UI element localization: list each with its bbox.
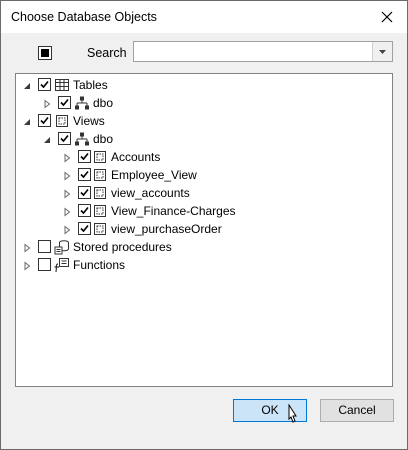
tree-node-label: Tables: [73, 78, 108, 92]
select-all-toggle-icon[interactable]: [37, 45, 53, 61]
view-icon: [92, 221, 108, 237]
database-objects-tree[interactable]: Tables dbo Views dbo Accounts Employee_V…: [15, 73, 393, 387]
view-item-checkbox[interactable]: [78, 222, 91, 235]
tree-node-stored-procedures[interactable]: Stored procedures: [16, 238, 392, 256]
search-toolbar: Search: [1, 33, 407, 73]
view-item-checkbox[interactable]: [78, 150, 91, 163]
schema-hierarchy-icon: [74, 95, 90, 111]
view-icon: [92, 149, 108, 165]
tree-node-tables-dbo[interactable]: dbo: [16, 94, 392, 112]
function-icon: [54, 257, 70, 273]
expanded-arrow-icon[interactable]: [42, 134, 52, 144]
collapsed-arrow-icon[interactable]: [62, 206, 72, 217]
tree-node-label: view_accounts: [111, 186, 190, 200]
tree-node-label: Functions: [73, 258, 126, 272]
search-input[interactable]: [134, 42, 370, 61]
chevron-down-icon[interactable]: [372, 42, 392, 61]
cancel-button[interactable]: Cancel: [320, 399, 394, 422]
collapsed-arrow-icon[interactable]: [62, 188, 72, 199]
collapsed-arrow-icon[interactable]: [62, 152, 72, 163]
view-icon: [54, 113, 70, 129]
tree-node-label: View_Finance-Charges: [111, 204, 236, 218]
views-dbo-checkbox[interactable]: [58, 132, 71, 145]
tree-node-views[interactable]: Views: [16, 112, 392, 130]
collapsed-arrow-icon[interactable]: [62, 224, 72, 235]
search-combobox[interactable]: [133, 41, 393, 62]
table-grid-icon: [54, 77, 70, 93]
view-icon: [92, 185, 108, 201]
tree-node-label: Views: [73, 114, 105, 128]
close-icon[interactable]: [379, 9, 395, 25]
schema-hierarchy-icon: [74, 131, 90, 147]
tree-node-views-dbo[interactable]: dbo: [16, 130, 392, 148]
views-checkbox[interactable]: [38, 114, 51, 127]
tables-checkbox[interactable]: [38, 78, 51, 91]
tree-node-functions[interactable]: Functions: [16, 256, 392, 274]
mouse-pointer-icon: [285, 403, 301, 428]
collapsed-arrow-icon[interactable]: [22, 242, 32, 253]
stored-procedure-icon: [54, 239, 70, 255]
collapsed-arrow-icon[interactable]: [22, 260, 32, 271]
tree-node-view-finance-charges[interactable]: View_Finance-Charges: [16, 202, 392, 220]
view-item-checkbox[interactable]: [78, 168, 91, 181]
tree-node-view-employee-view[interactable]: Employee_View: [16, 166, 392, 184]
tree-node-label: view_purchaseOrder: [111, 222, 222, 236]
search-label: Search: [87, 46, 127, 60]
expanded-arrow-icon[interactable]: [22, 116, 32, 126]
view-icon: [92, 203, 108, 219]
choose-database-objects-dialog: Choose Database Objects Search Tables db…: [0, 0, 408, 450]
tree-node-view-purchase-order[interactable]: view_purchaseOrder: [16, 220, 392, 238]
tree-node-label: dbo: [93, 96, 114, 110]
tree-node-label: dbo: [93, 132, 114, 146]
view-icon: [92, 167, 108, 183]
view-item-checkbox[interactable]: [78, 186, 91, 199]
tables-dbo-checkbox[interactable]: [58, 96, 71, 109]
tree-node-label: Accounts: [111, 150, 161, 164]
tree-node-view-accounts[interactable]: Accounts: [16, 148, 392, 166]
tree-node-label: Stored procedures: [73, 240, 172, 254]
tree-node-tables[interactable]: Tables: [16, 76, 392, 94]
collapsed-arrow-icon[interactable]: [62, 170, 72, 181]
expanded-arrow-icon[interactable]: [22, 80, 32, 90]
view-item-checkbox[interactable]: [78, 204, 91, 217]
collapsed-arrow-icon[interactable]: [42, 98, 52, 109]
tree-node-view-view-accounts[interactable]: view_accounts: [16, 184, 392, 202]
title-bar: Choose Database Objects: [1, 1, 407, 33]
functions-checkbox[interactable]: [38, 258, 51, 271]
stored-procedures-checkbox[interactable]: [38, 240, 51, 253]
tree-node-label: Employee_View: [111, 168, 197, 182]
dialog-title: Choose Database Objects: [11, 10, 157, 24]
